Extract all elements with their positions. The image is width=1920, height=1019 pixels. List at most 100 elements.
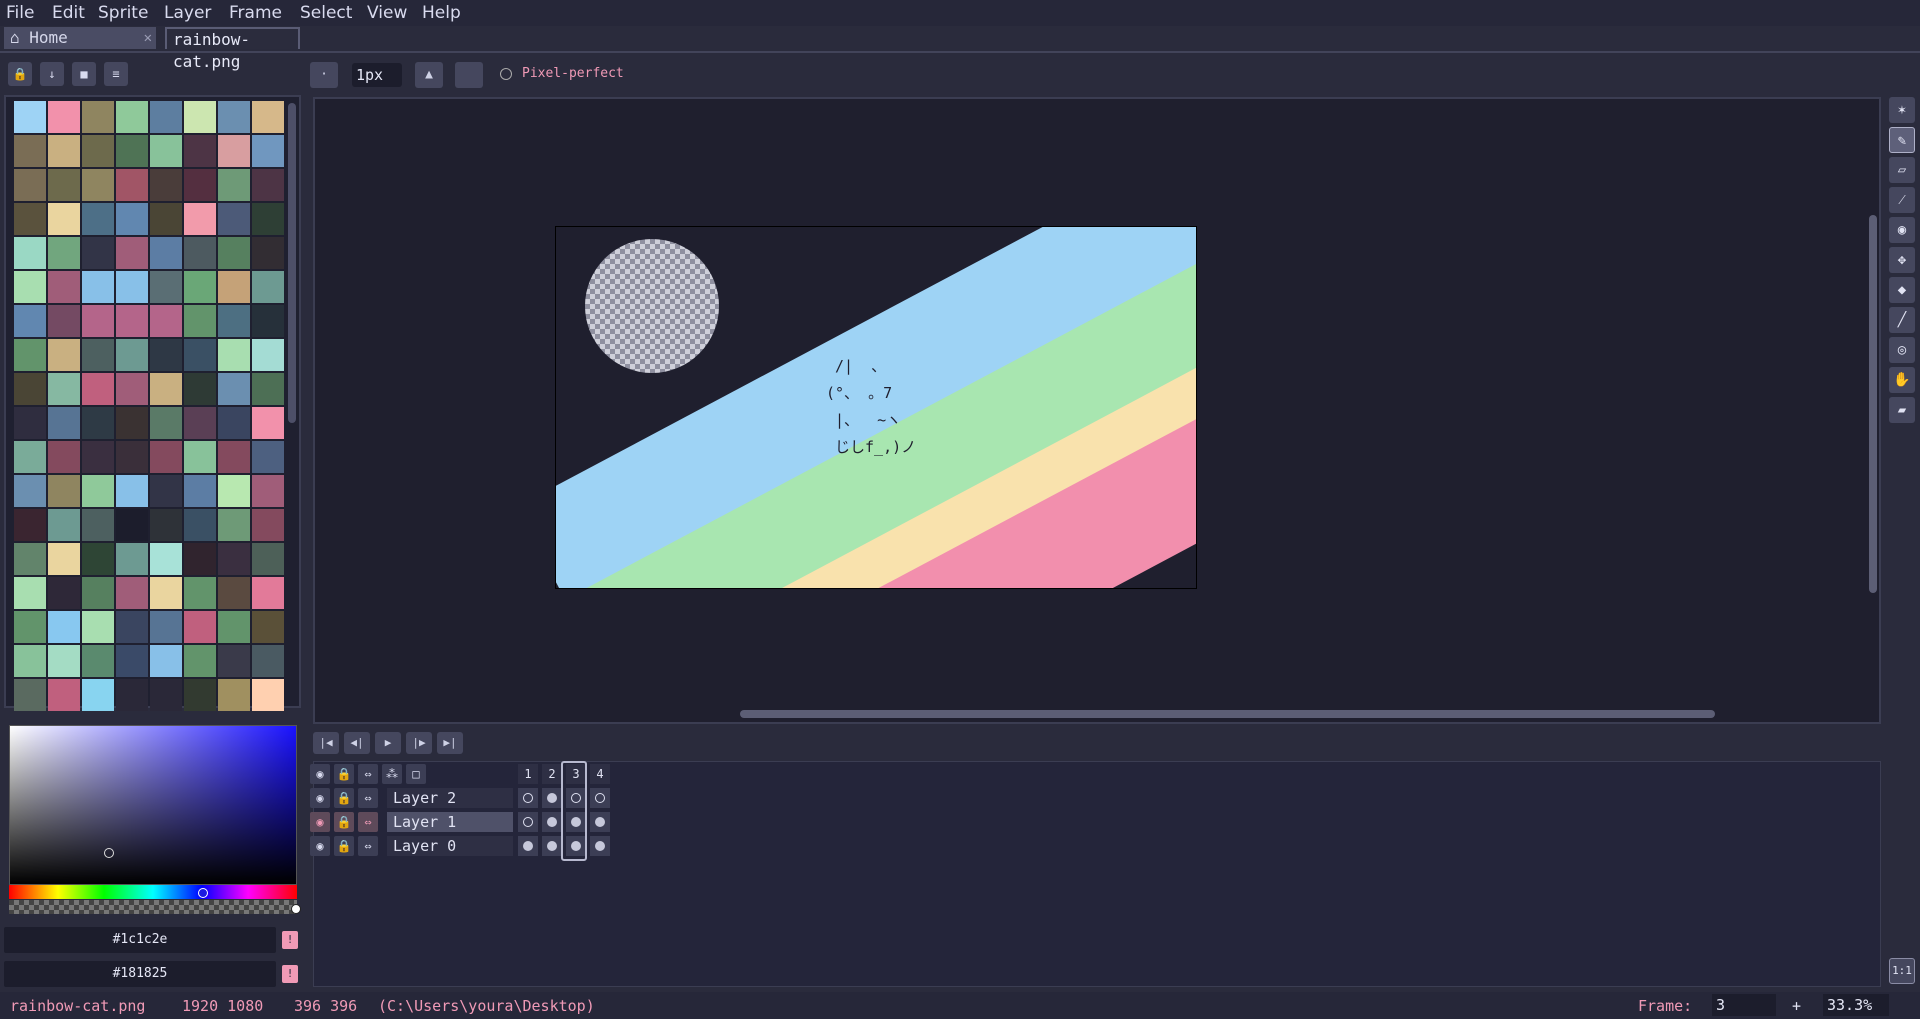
palette-swatch[interactable]	[82, 339, 114, 371]
frame-header[interactable]: 2	[542, 764, 562, 784]
palette-swatch[interactable]	[184, 237, 216, 269]
palette-swatch[interactable]	[48, 135, 80, 167]
zoom-reset-button[interactable]: 1:1	[1889, 958, 1915, 984]
palette-swatch[interactable]	[252, 271, 284, 303]
loop-icon[interactable]: □	[406, 764, 426, 784]
palette-swatch[interactable]	[14, 679, 46, 711]
palette-scrollbar[interactable]	[288, 103, 296, 423]
palette-swatch[interactable]	[218, 373, 250, 405]
palette-swatch[interactable]	[150, 543, 182, 575]
visibility-icon[interactable]: ◉	[310, 788, 330, 808]
palette-swatch[interactable]	[150, 611, 182, 643]
sv-cursor[interactable]	[104, 848, 114, 858]
eraser-icon[interactable]: ▱	[1889, 157, 1915, 183]
palette-swatch[interactable]	[116, 203, 148, 235]
palette-swatch[interactable]	[150, 475, 182, 507]
palette-swatch[interactable]	[48, 407, 80, 439]
secondary-color-hex[interactable]: #181825	[4, 961, 276, 987]
link-icon[interactable]: ⇔	[358, 836, 378, 856]
palette-swatch[interactable]	[48, 475, 80, 507]
palette-swatch[interactable]	[14, 237, 46, 269]
palette-swatch[interactable]	[218, 645, 250, 677]
palette-swatch[interactable]	[184, 203, 216, 235]
palette-swatch[interactable]	[116, 237, 148, 269]
palette-swatch[interactable]	[82, 169, 114, 201]
pencil-icon[interactable]: ✎	[1889, 127, 1915, 153]
palette-swatch[interactable]	[82, 271, 114, 303]
palette-swatch[interactable]	[184, 611, 216, 643]
alpha-slider[interactable]	[9, 900, 297, 914]
last-frame-icon[interactable]: ▶|	[437, 732, 463, 754]
paint-bucket-icon[interactable]: ◆	[1889, 277, 1915, 303]
primary-color-warning-icon[interactable]: !	[282, 931, 298, 949]
palette-swatch[interactable]	[252, 543, 284, 575]
palette-swatch[interactable]	[82, 577, 114, 609]
palette-swatch[interactable]	[82, 373, 114, 405]
palette-swatch[interactable]	[252, 373, 284, 405]
palette-swatch[interactable]	[150, 305, 182, 337]
palette-swatch[interactable]	[184, 645, 216, 677]
palette-swatch[interactable]	[14, 101, 46, 133]
move-icon[interactable]: ✥	[1889, 247, 1915, 273]
saturation-value-picker[interactable]	[9, 725, 297, 885]
palette-swatch[interactable]	[48, 509, 80, 541]
lock-icon[interactable]: 🔒	[334, 836, 354, 856]
palette-swatch[interactable]	[14, 577, 46, 609]
menu-icon[interactable]: ≡	[104, 62, 128, 86]
palette-swatch[interactable]	[218, 203, 250, 235]
palette-swatch[interactable]	[218, 509, 250, 541]
tab-home[interactable]: ⌂ Home ✕	[4, 27, 156, 49]
palette-swatch[interactable]	[82, 101, 114, 133]
lock-icon[interactable]: 🔒	[8, 62, 32, 86]
palette-swatch[interactable]	[82, 475, 114, 507]
palette-swatch[interactable]	[150, 135, 182, 167]
menu-select[interactable]: Select	[300, 2, 352, 24]
timeline-cel[interactable]	[518, 788, 538, 808]
palette-swatch[interactable]	[184, 101, 216, 133]
lock-icon[interactable]: 🔒	[334, 812, 354, 832]
palette-swatch[interactable]	[184, 441, 216, 473]
palette-swatch[interactable]	[116, 305, 148, 337]
palette-swatch[interactable]	[14, 475, 46, 507]
palette-swatch[interactable]	[252, 441, 284, 473]
palette-swatch[interactable]	[116, 509, 148, 541]
palette-swatch[interactable]	[150, 339, 182, 371]
tab-document[interactable]: rainbow-cat.png	[165, 27, 300, 71]
palette-swatch[interactable]	[150, 373, 182, 405]
zoom-icon[interactable]: ◉	[1889, 217, 1915, 243]
palette-swatch[interactable]	[218, 339, 250, 371]
timeline-cel[interactable]	[590, 812, 610, 832]
palette-swatch[interactable]	[252, 611, 284, 643]
palette-swatch[interactable]	[218, 611, 250, 643]
palette-swatch[interactable]	[14, 339, 46, 371]
timeline-cel[interactable]	[590, 788, 610, 808]
palette-swatch[interactable]	[218, 543, 250, 575]
palette-swatch[interactable]	[184, 679, 216, 711]
palette-swatch[interactable]	[150, 271, 182, 303]
eyedropper-icon[interactable]: ⁄	[1889, 187, 1915, 213]
palette-swatch[interactable]	[150, 237, 182, 269]
palette-swatch[interactable]	[116, 441, 148, 473]
menu-layer[interactable]: Layer	[164, 2, 211, 24]
lock-icon[interactable]: 🔒	[334, 788, 354, 808]
palette-swatch[interactable]	[48, 645, 80, 677]
palette-swatch[interactable]	[184, 305, 216, 337]
palette-swatch[interactable]	[82, 305, 114, 337]
hue-slider[interactable]	[9, 885, 297, 899]
palette-swatch[interactable]	[116, 373, 148, 405]
palette-swatch[interactable]	[116, 577, 148, 609]
bookmark-icon[interactable]: ■	[72, 62, 96, 86]
palette-swatch[interactable]	[14, 305, 46, 337]
first-frame-icon[interactable]: |◀	[313, 732, 339, 754]
palette-swatch[interactable]	[116, 475, 148, 507]
palette-swatch[interactable]	[252, 169, 284, 201]
magic-wand-icon[interactable]: ✶	[1889, 97, 1915, 123]
pixel-perfect-checkbox[interactable]	[500, 68, 512, 80]
palette-swatch[interactable]	[184, 407, 216, 439]
menu-view[interactable]: View	[367, 2, 407, 24]
primary-color-hex[interactable]: #1c1c2e	[4, 927, 276, 953]
palette-swatch[interactable]	[252, 101, 284, 133]
palette-swatch[interactable]	[252, 645, 284, 677]
palette-swatch[interactable]	[218, 237, 250, 269]
palette-swatch[interactable]	[48, 441, 80, 473]
